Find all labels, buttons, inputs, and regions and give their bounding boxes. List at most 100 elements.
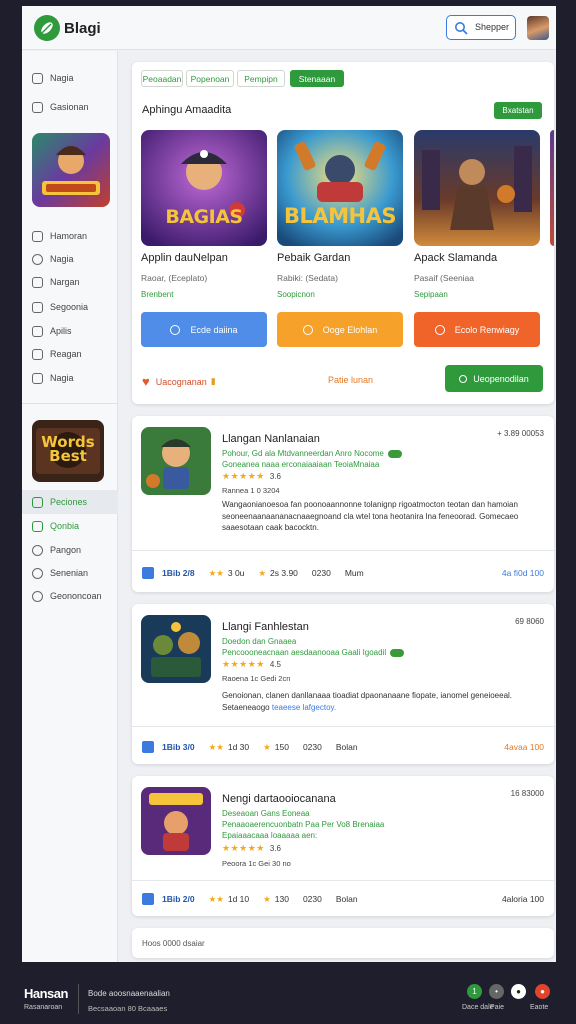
tab-4[interactable]: Stenaaan [290, 70, 344, 87]
list-item-size: + 3.89 00053 [497, 429, 544, 438]
refresh-icon [32, 544, 43, 556]
sidebar-item-bottom-5[interactable]: Geononcoan [32, 588, 112, 604]
list-item-title: Nengi dartaooiocanana [222, 793, 336, 805]
list-item-thumb[interactable] [141, 787, 211, 855]
search-button[interactable]: Shepper [446, 15, 516, 40]
thumbs-up-icon[interactable] [142, 567, 154, 579]
list-item-publisher[interactable]: Doedon dan Gnaaea [222, 637, 296, 646]
list-item-tags[interactable]: Epaiaaacaaa loaaaaa aen: [222, 831, 317, 840]
favorite-label: Uacognanan [155, 376, 207, 387]
list-item-category[interactable]: Pencoooneacnaan aesdaanooaa Gaali Igoadi… [222, 648, 405, 657]
sidebar-item-mid-4[interactable]: Segoonia [32, 299, 112, 315]
favorite-link[interactable]: ♥ Uacognanan ▮ [142, 374, 216, 389]
sidebar-item-bottom-3[interactable]: Pangon [32, 542, 112, 558]
thumbs-up-icon[interactable] [142, 741, 154, 753]
footer-stat-2: 1d 10 [227, 894, 250, 904]
game-dev-2[interactable]: Soopicnon [277, 290, 315, 299]
footer-link[interactable]: 4aloria 100 [502, 894, 544, 904]
footer-stat-3: 150 [274, 742, 289, 752]
sidebar-item-label: Nargan [50, 277, 80, 287]
bookmark-icon [32, 496, 43, 508]
footer-stat-3: 2s 3.90 [270, 568, 298, 578]
game-action-button-2[interactable]: Ooge Elohlan [277, 312, 403, 347]
list-item[interactable]: Llangan Nanlanaian + 3.89 00053 Pohour, … [132, 416, 554, 592]
game-title-art: BAGIAS [165, 206, 243, 228]
sidebar-item-mid-5[interactable]: Apilis [32, 323, 112, 339]
game-action-button-1[interactable]: Ecde daiina [141, 312, 267, 347]
tab-3[interactable]: Pempipn [237, 70, 285, 87]
footer-stat-5: Bolan [335, 894, 358, 904]
sidebar-game-thumb-2[interactable]: Words Best [32, 420, 104, 482]
avatar[interactable] [527, 16, 549, 40]
more-link[interactable]: Patie lunan [328, 375, 373, 385]
list-item[interactable]: Nengi dartaooiocanana 16 83000 Deseaoan … [132, 776, 554, 916]
footer-stat-4: 0230 [311, 568, 331, 578]
see-all-button[interactable]: Bxatstan [494, 102, 542, 119]
description-link[interactable]: teaeese lafgectoy. [272, 703, 336, 712]
list-item-publisher[interactable]: Deseaoan Gans Eoneaa [222, 809, 310, 818]
game-name-3: Apack Slamanda [414, 252, 498, 264]
sidebar-game-thumb-1[interactable] [32, 133, 110, 207]
sidebar-item-mid-1[interactable]: Hamoran [32, 228, 112, 244]
footer-stat-2: 1d 30 [227, 742, 250, 752]
featured-game-image-1[interactable]: BAGIAS [141, 130, 267, 246]
play-icon [434, 324, 445, 335]
game-dev-3[interactable]: Sepipaan [414, 290, 448, 299]
app-window: Blagi Shepper Nagia Gasionan Hamoran Nag… [22, 6, 556, 962]
thumbs-up-icon[interactable] [142, 893, 154, 905]
sidebar-item-top-1[interactable]: Nagia [32, 70, 112, 86]
divider [132, 726, 554, 727]
button-label: Ueopenodilan [473, 373, 529, 384]
game-name-2: Pebaik Gardan [277, 252, 351, 264]
footer-text-2[interactable]: Becsaaoan 80 Bcaaaes [88, 1004, 167, 1013]
chart-icon [32, 348, 43, 360]
sidebar-item-label: Qonbia [50, 521, 80, 531]
footer-icon-label-1: Dace dale [462, 1004, 494, 1011]
sidebar-item-label: Segoonia [50, 302, 89, 312]
sidebar-item-mid-7[interactable]: Nagia [32, 370, 112, 386]
sidebar-item-top-2[interactable]: Gasionan [32, 99, 112, 115]
footer-link[interactable]: 4avaa 100 [504, 742, 544, 752]
list-item-publisher[interactable]: Pohour, Gd ala Mtdvanneerdan Anro Nocome [222, 449, 402, 458]
sidebar-item-bottom-1[interactable]: Peciones [22, 490, 118, 514]
download-icon[interactable]: 1 [467, 984, 482, 999]
star-icon: ★ [263, 893, 271, 904]
list-item-size: 16 83000 [510, 789, 544, 798]
featured-game-image-2[interactable]: BLAMHAS [277, 130, 403, 246]
tab-1[interactable]: Peoaadan [141, 70, 183, 87]
sidebar: Nagia Gasionan Hamoran Nagia Nargan Sego… [22, 51, 118, 962]
footer-stat-4: 0230 [302, 742, 322, 752]
header: Blagi Shepper [22, 6, 556, 50]
sidebar-item-bottom-2[interactable]: Qonbia [32, 518, 112, 534]
sidebar-item-mid-2[interactable]: Nagia [32, 251, 112, 267]
list-item-thumb[interactable] [141, 427, 211, 495]
footer-link[interactable]: 4a fi0d 100 [502, 568, 544, 578]
footer-stat-1: 1Bib 2/0 [162, 894, 195, 904]
featured-game-image-3[interactable] [414, 130, 540, 246]
info-icon[interactable]: • [489, 984, 504, 999]
footer-logo[interactable]: Hansan [24, 986, 68, 1001]
game-action-button-3[interactable]: Ecolo Renwiagy [414, 312, 540, 347]
sidebar-item-mid-3[interactable]: Nargan [32, 274, 112, 290]
circle-icon[interactable]: ● [511, 984, 526, 999]
sidebar-item-label: Apilis [50, 326, 72, 336]
footer-stat-5: Mum [344, 568, 364, 578]
thumb-title-art: Words Best [41, 433, 95, 465]
list-item[interactable]: Llangi Fanhlestan 69 8060 Doedon dan Gna… [132, 604, 554, 764]
footer-stat-4: 0230 [302, 894, 322, 904]
list-item-category[interactable]: Goneanea naaa erconaiaaiaan TeoiaMnaiaa [222, 460, 379, 469]
record-icon[interactable]: ● [535, 984, 550, 999]
thumbs-icon: ▮ [210, 376, 216, 386]
sidebar-item-label: Geononcoan [50, 591, 102, 601]
list-item-thumb[interactable] [141, 615, 211, 683]
description-text: Genoionan, clanen danllanaaa tioadiat dp… [222, 691, 513, 712]
load-more-bar[interactable]: Hoos 0000 dsaiar [132, 928, 554, 958]
list-item-category[interactable]: Penaaoaerencuonbatn Paa Per Vo8 Brenaiaa [222, 820, 384, 829]
tab-2[interactable]: Popenoan [186, 70, 234, 87]
sidebar-item-bottom-4[interactable]: Senenian [32, 565, 112, 581]
game-dev-1[interactable]: Brenbent [141, 290, 173, 299]
app-logo-icon[interactable] [34, 15, 60, 41]
list-item-meta: Peoora 1c Gei 30 no [222, 859, 291, 868]
sidebar-item-mid-6[interactable]: Reagan [32, 346, 112, 362]
download-button[interactable]: Ueopenodilan [445, 365, 543, 392]
